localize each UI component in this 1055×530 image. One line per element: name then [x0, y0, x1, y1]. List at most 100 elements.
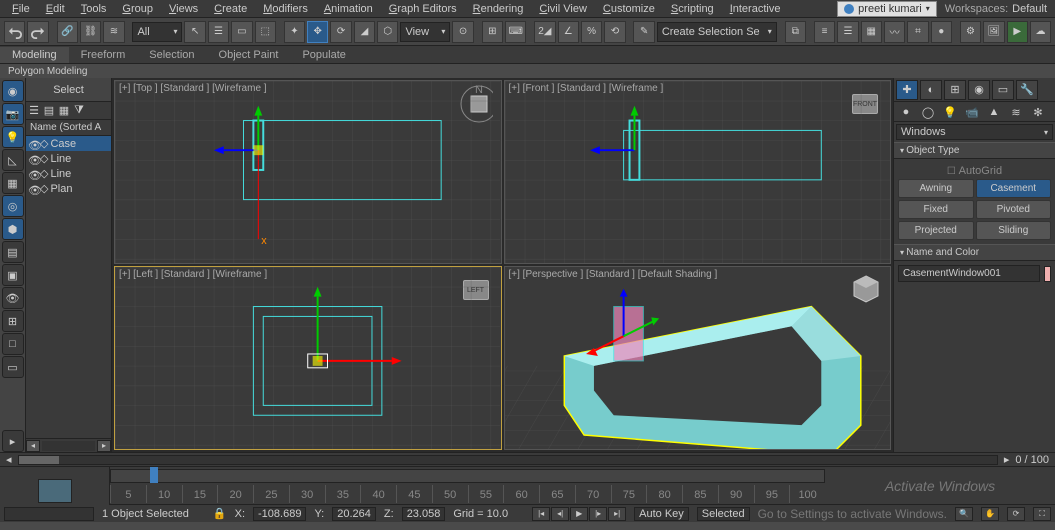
- material-btn[interactable]: ●: [931, 21, 952, 43]
- rollout-object-type[interactable]: Object Type: [894, 142, 1055, 159]
- se-tool3[interactable]: ▦: [57, 103, 71, 117]
- hierarchy-tab[interactable]: ⊞: [944, 80, 966, 100]
- redo-btn[interactable]: [27, 21, 48, 43]
- eye-icon[interactable]: 👁: [28, 139, 38, 149]
- undo-btn[interactable]: [4, 21, 25, 43]
- object-color-swatch[interactable]: [1044, 266, 1051, 282]
- align-btn[interactable]: ≡: [814, 21, 835, 43]
- script-listener[interactable]: [4, 507, 94, 521]
- se-scroll-right[interactable]: ▸: [97, 440, 111, 452]
- object-name-input[interactable]: [898, 265, 1040, 282]
- spinner-snap-btn[interactable]: ⟲: [604, 21, 625, 43]
- nav-pan[interactable]: ✋: [981, 507, 999, 521]
- scene-filter-label[interactable]: Name (Sorted A: [26, 120, 111, 136]
- viewport-top[interactable]: [+] [Top ] [Standard ] [Wireframe ] N x: [114, 80, 502, 264]
- named-selection-combo[interactable]: Create Selection Se▾: [657, 22, 777, 42]
- viewport-front[interactable]: [+] [Front ] [Standard ] [Wireframe ] FR…: [504, 80, 892, 264]
- lt-helpers[interactable]: ▦: [2, 172, 24, 194]
- geom-icon[interactable]: ●: [896, 104, 916, 120]
- unlink-btn[interactable]: ⛓: [80, 21, 101, 43]
- menu-civilview[interactable]: Civil View: [531, 1, 594, 17]
- mirror-btn[interactable]: ⧉: [785, 21, 806, 43]
- lt-shape[interactable]: ◺: [2, 149, 24, 171]
- vp-persp-label[interactable]: [+] [Perspective ] [Standard ] [Default …: [509, 269, 718, 280]
- eye-icon[interactable]: 👁: [28, 169, 38, 179]
- btn-fixed[interactable]: Fixed: [898, 200, 974, 219]
- btn-awning[interactable]: Awning: [898, 179, 974, 198]
- ribbon-populate[interactable]: Populate: [290, 47, 357, 63]
- time-scroll[interactable]: [18, 455, 998, 465]
- menu-customize[interactable]: Customize: [595, 1, 663, 17]
- category-combo[interactable]: Windows▾: [896, 124, 1053, 140]
- coord-y[interactable]: 20.264: [332, 507, 376, 521]
- menu-modifiers[interactable]: Modifiers: [255, 1, 316, 17]
- select-region-btn[interactable]: ▭: [231, 21, 252, 43]
- workspace-value[interactable]: Default: [1012, 3, 1047, 15]
- lt-camera[interactable]: 📷: [2, 103, 24, 125]
- lt-select[interactable]: ◉: [2, 80, 24, 102]
- btn-casement[interactable]: Casement: [976, 179, 1052, 198]
- next-frame-btn[interactable]: |▸: [589, 507, 607, 521]
- lt-display[interactable]: ▣: [2, 264, 24, 286]
- menu-create[interactable]: Create: [206, 1, 255, 17]
- motion-tab[interactable]: ◉: [968, 80, 990, 100]
- vp-left-label[interactable]: [+] [Left ] [Standard ] [Wireframe ]: [119, 269, 267, 280]
- eye-icon[interactable]: 👁: [28, 154, 38, 164]
- window-crossing-btn[interactable]: ⬚: [255, 21, 276, 43]
- timeline-track[interactable]: 5101520253035404550556065707580859095100: [110, 467, 825, 504]
- nav-max[interactable]: ⛶: [1033, 507, 1051, 521]
- menu-grapheditors[interactable]: Graph Editors: [381, 1, 465, 17]
- editnamed-btn[interactable]: ✎: [633, 21, 654, 43]
- autogrid-check[interactable]: ☐ AutoGrid: [898, 163, 1051, 179]
- se-hscroll[interactable]: [42, 441, 95, 451]
- se-funnel-icon[interactable]: ⧩: [72, 103, 86, 117]
- btn-pivoted[interactable]: Pivoted: [976, 200, 1052, 219]
- layers-btn[interactable]: ☰: [837, 21, 858, 43]
- scene-item-case[interactable]: 👁◇ Case: [26, 136, 111, 151]
- lt-light[interactable]: 💡: [2, 126, 24, 148]
- nav-orbit[interactable]: ⟳: [1007, 507, 1025, 521]
- select-object-btn[interactable]: ✦: [284, 21, 305, 43]
- vp-top-label[interactable]: [+] [Top ] [Standard ] [Wireframe ]: [119, 83, 267, 94]
- utilities-tab[interactable]: 🔧: [1016, 80, 1038, 100]
- bind-btn[interactable]: ≋: [103, 21, 124, 43]
- scene-item-plan[interactable]: 👁◇ Plan: [26, 181, 111, 196]
- se-tool1[interactable]: ☰: [27, 103, 41, 117]
- eye-icon[interactable]: 👁: [28, 184, 38, 194]
- menu-interactive[interactable]: Interactive: [722, 1, 789, 17]
- nav-zoom[interactable]: 🔍: [955, 507, 973, 521]
- toggle-ribbon-btn[interactable]: ▦: [861, 21, 882, 43]
- menu-scripting[interactable]: Scripting: [663, 1, 722, 17]
- viewport-left[interactable]: [+] [Left ] [Standard ] [Wireframe ] LEF…: [114, 266, 502, 450]
- vp-front-label[interactable]: [+] [Front ] [Standard ] [Wireframe ]: [509, 83, 664, 94]
- placement-btn[interactable]: ⬡: [377, 21, 398, 43]
- user-account[interactable]: preeti kumari▾: [837, 1, 937, 17]
- keymode-btn[interactable]: ⌨: [505, 21, 526, 43]
- create-tab[interactable]: ✚: [896, 80, 918, 100]
- lt-expand[interactable]: ▸: [2, 430, 24, 452]
- se-tool2[interactable]: ▤: [42, 103, 56, 117]
- menu-edit[interactable]: Edit: [38, 1, 73, 17]
- btn-projected[interactable]: Projected: [898, 221, 974, 240]
- time-slider[interactable]: [150, 467, 158, 483]
- coord-z[interactable]: 23.058: [402, 507, 446, 521]
- menu-rendering[interactable]: Rendering: [465, 1, 532, 17]
- selection-filter[interactable]: All▾: [132, 22, 182, 42]
- menu-group[interactable]: Group: [114, 1, 161, 17]
- space-icon[interactable]: ≋: [1006, 104, 1026, 120]
- manip-btn[interactable]: ⊞: [482, 21, 503, 43]
- helpers-icon[interactable]: ▲: [984, 104, 1004, 120]
- lt-sel2[interactable]: ▤: [2, 241, 24, 263]
- render-setup-btn[interactable]: ⚙: [960, 21, 981, 43]
- lt-space[interactable]: ◎: [2, 195, 24, 217]
- render-btn[interactable]: ▶: [1007, 21, 1028, 43]
- keymode-combo[interactable]: Selected: [697, 507, 750, 521]
- angle-snap-btn[interactable]: ∠: [558, 21, 579, 43]
- render-online-btn[interactable]: ☁: [1030, 21, 1051, 43]
- coord-x[interactable]: -108.689: [253, 507, 306, 521]
- ref-coord-combo[interactable]: View▾: [400, 22, 450, 42]
- lights-icon[interactable]: 💡: [940, 104, 960, 120]
- scale-btn[interactable]: ◢: [354, 21, 375, 43]
- ribbon-modeling[interactable]: Modeling: [0, 47, 69, 63]
- menu-file[interactable]: File: [4, 1, 38, 17]
